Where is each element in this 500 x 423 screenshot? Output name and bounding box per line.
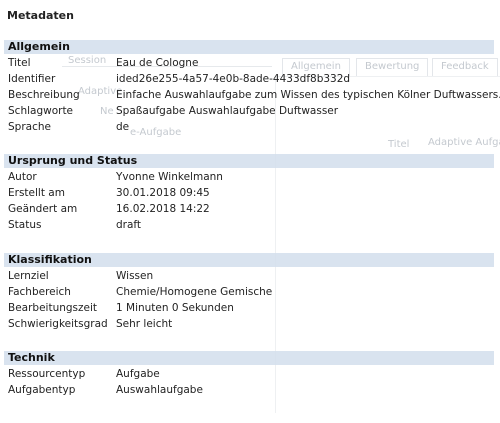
metadata-row: Schlagworte Spaßaufgabe Auswahlaufgabe Du… <box>4 103 494 119</box>
metadata-row: Schwierigkeitsgrad Sehr leicht <box>4 316 494 332</box>
metadata-row: Titel Eau de Cologne <box>4 55 494 71</box>
metadata-row: Beschreibung Einfache Auswahlaufgabe zum … <box>4 87 500 103</box>
metadata-value: ided26e255-4a57-4e0b-8ade-4433df8b332d <box>116 73 351 85</box>
metadata-row: Status draft <box>4 217 494 233</box>
metadata-key: Ressourcentyp <box>8 368 86 380</box>
section-header: Allgemein <box>4 40 494 54</box>
metadata-key: Geändert am <box>8 203 78 215</box>
metadata-value: Eau de Cologne <box>116 57 199 69</box>
metadata-value: Spaßaufgabe Auswahlaufgabe Duftwasser <box>116 105 339 117</box>
metadata-key: Sprache <box>8 121 51 133</box>
metadata-value: Yvonne Winkelmann <box>116 171 223 183</box>
metadata-value: 1 Minuten 0 Sekunden <box>116 302 234 314</box>
metadata-row: Erstellt am 30.01.2018 09:45 <box>4 185 494 201</box>
metadata-panel: Metadaten Allgemein Titel Eau de Cologne … <box>0 0 500 423</box>
metadata-value: Chemie/Homogene Gemische <box>116 286 273 298</box>
metadata-key: Erstellt am <box>8 187 65 199</box>
metadata-key: Fachbereich <box>8 286 71 298</box>
metadata-key: Autor <box>8 171 37 183</box>
metadata-value: Auswahlaufgabe <box>116 384 203 396</box>
metadata-value: Einfache Auswahlaufgabe zum Wissen des t… <box>116 89 500 101</box>
metadata-key: Status <box>8 219 42 231</box>
metadata-value: Aufgabe <box>116 368 160 380</box>
metadata-key: Lernziel <box>8 270 49 282</box>
metadata-row: Aufgabentyp Auswahlaufgabe <box>4 382 494 398</box>
metadata-key: Schwierigkeitsgrad <box>8 318 108 330</box>
metadata-row: Lernziel Wissen <box>4 268 494 284</box>
section-header: Klassifikation <box>4 253 494 267</box>
metadata-key: Schlagworte <box>8 105 74 117</box>
section-ursprung-und-status: Ursprung und Status Autor Yvonne Winkelma… <box>4 154 494 233</box>
section-technik: Technik Ressourcentyp Aufgabe Aufgabentyp… <box>4 351 494 398</box>
metadata-key: Identifier <box>8 73 56 85</box>
section-klassifikation: Klassifikation Lernziel Wissen Fachbereic… <box>4 253 494 332</box>
panel-title: Metadaten <box>7 9 74 22</box>
metadata-value: draft <box>116 219 142 231</box>
metadata-row: Identifier ided26e255-4a57-4e0b-8ade-4433… <box>4 71 494 87</box>
metadata-row: Geändert am 16.02.2018 14:22 <box>4 201 494 217</box>
metadata-value: Sehr leicht <box>116 318 173 330</box>
metadata-row: Ressourcentyp Aufgabe <box>4 366 494 382</box>
metadata-row: Bearbeitungszeit 1 Minuten 0 Sekunden <box>4 300 494 316</box>
section-header: Technik <box>4 351 494 365</box>
metadata-row: Sprache de <box>4 119 494 135</box>
metadata-key: Bearbeitungszeit <box>8 302 98 314</box>
metadata-key: Titel <box>8 57 31 69</box>
metadata-key: Beschreibung <box>8 89 80 101</box>
metadata-row: Autor Yvonne Winkelmann <box>4 169 494 185</box>
metadata-value: de <box>116 121 130 133</box>
metadata-key: Aufgabentyp <box>8 384 76 396</box>
metadata-value: Wissen <box>116 270 154 282</box>
section-header: Ursprung und Status <box>4 154 494 168</box>
metadata-value: 30.01.2018 09:45 <box>116 187 210 199</box>
metadata-row: Fachbereich Chemie/Homogene Gemische <box>4 284 494 300</box>
metadata-value: 16.02.2018 14:22 <box>116 203 210 215</box>
section-allgemein: Allgemein Titel Eau de Cologne Identifier… <box>4 40 500 135</box>
